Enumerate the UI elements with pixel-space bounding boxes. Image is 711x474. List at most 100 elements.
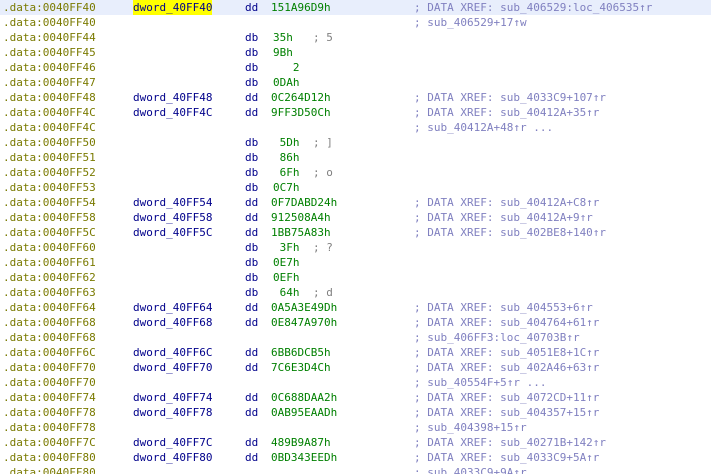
listing-row[interactable]: .data:0040FF54 dword_40FF54 dd 0F7DABD24h ; …	[0, 195, 711, 210]
address[interactable]: .data:0040FF50	[3, 135, 96, 150]
operand-value[interactable]: 0AB95EAADh	[271, 405, 337, 420]
operand-value[interactable]: 489B9A87h	[271, 435, 331, 450]
listing-row[interactable]: .data:0040FF40 ; sub_406529+17↑w	[0, 15, 711, 30]
operand-value[interactable]: 0BD343EEDh	[271, 450, 337, 465]
operand-value[interactable]: 0C688DAA2h	[271, 390, 337, 405]
listing-row[interactable]: .data:0040FF40 dword_40FF40 dd 151A96D9h ; D…	[0, 0, 711, 15]
xref-comment[interactable]: ; sub_404398+15↑r	[414, 420, 527, 435]
xref-comment[interactable]: ; DATA XREF: sub_402BE8+140↑r	[414, 225, 606, 240]
address[interactable]: .data:0040FF53	[3, 180, 96, 195]
operand-value[interactable]: 912508A4h	[271, 210, 331, 225]
data-label[interactable]: dword_40FF74	[133, 390, 212, 405]
operand-value[interactable]: 2	[273, 60, 300, 75]
operand-value[interactable]: 9Bh	[273, 45, 293, 60]
operand-value[interactable]: 3Fh	[273, 240, 300, 255]
listing-row[interactable]: .data:0040FF74 dword_40FF74 dd 0C688DAA2h ; …	[0, 390, 711, 405]
address[interactable]: .data:0040FF68	[3, 330, 96, 345]
listing-row[interactable]: .data:0040FF4C dword_40FF4C dd 9FF3D50Ch ; D…	[0, 105, 711, 120]
listing-row[interactable]: .data:0040FF60 db 3Fh ; ?	[0, 240, 711, 255]
listing-row[interactable]: .data:0040FF48 dword_40FF48 dd 0C264D12h ; D…	[0, 90, 711, 105]
operand-value[interactable]: 151A96D9h	[271, 0, 331, 15]
address[interactable]: .data:0040FF4C	[3, 120, 96, 135]
address[interactable]: .data:0040FF61	[3, 255, 96, 270]
address[interactable]: .data:0040FF70	[3, 360, 96, 375]
xref-comment[interactable]: ; DATA XREF: sub_40412A+35↑r	[414, 105, 599, 120]
address[interactable]: .data:0040FF58	[3, 210, 96, 225]
listing-row[interactable]: .data:0040FF6C dword_40FF6C dd 6BB6DCB5h ; D…	[0, 345, 711, 360]
address[interactable]: .data:0040FF64	[3, 300, 96, 315]
xref-comment[interactable]: ; DATA XREF: sub_402A46+63↑r	[414, 360, 599, 375]
xref-comment[interactable]: ; sub_406FF3:loc_40703B↑r	[414, 330, 580, 345]
operand-value[interactable]: 0C7h	[273, 180, 300, 195]
operand-value[interactable]: 0F7DABD24h	[271, 195, 337, 210]
listing-row[interactable]: .data:0040FF80 ; sub_4033C9+9A↑r	[0, 465, 711, 474]
data-label[interactable]: dword_40FF4C	[133, 105, 212, 120]
listing-row[interactable]: .data:0040FF70 dword_40FF70 dd 7C6E3D4Ch ; D…	[0, 360, 711, 375]
operand-value[interactable]: 64h	[273, 285, 300, 300]
data-label[interactable]: dword_40FF6C	[133, 345, 212, 360]
data-label[interactable]: dword_40FF64	[133, 300, 212, 315]
operand-value[interactable]: 9FF3D50Ch	[271, 105, 331, 120]
operand-value[interactable]: 0DAh	[273, 75, 300, 90]
operand-value[interactable]: 1BB75A83h	[271, 225, 331, 240]
xref-comment[interactable]: ; DATA XREF: sub_4072CD+11↑r	[414, 390, 599, 405]
listing-row[interactable]: .data:0040FF5C dword_40FF5C dd 1BB75A83h ; D…	[0, 225, 711, 240]
data-label[interactable]: dword_40FF58	[133, 210, 212, 225]
listing-row[interactable]: .data:0040FF63 db 64h ; d	[0, 285, 711, 300]
xref-comment[interactable]: ; sub_406529+17↑w	[414, 15, 527, 30]
address[interactable]: .data:0040FF5C	[3, 225, 96, 240]
address[interactable]: .data:0040FF6C	[3, 345, 96, 360]
listing-row[interactable]: .data:0040FF53 db 0C7h	[0, 180, 711, 195]
xref-comment[interactable]: ; DATA XREF: sub_406529:loc_406535↑r	[414, 0, 652, 15]
listing-row[interactable]: .data:0040FF78 dword_40FF78 dd 0AB95EAADh ; …	[0, 405, 711, 420]
address[interactable]: .data:0040FF40	[3, 0, 96, 15]
listing-row[interactable]: .data:0040FF68 ; sub_406FF3:loc_40703B↑r	[0, 330, 711, 345]
address[interactable]: .data:0040FF78	[3, 420, 96, 435]
listing-row[interactable]: .data:0040FF78 ; sub_404398+15↑r	[0, 420, 711, 435]
xref-comment[interactable]: ; sub_40554F+5↑r ...	[414, 375, 546, 390]
address[interactable]: .data:0040FF40	[3, 15, 96, 30]
address[interactable]: .data:0040FF68	[3, 315, 96, 330]
disassembly-listing[interactable]: .data:0040FF40 dword_40FF40 dd 151A96D9h; D…	[0, 0, 711, 474]
listing-row[interactable]: .data:0040FF80 dword_40FF80 dd 0BD343EEDh ; …	[0, 450, 711, 465]
address[interactable]: .data:0040FF74	[3, 390, 96, 405]
data-label[interactable]: dword_40FF48	[133, 90, 212, 105]
data-label[interactable]: dword_40FF5C	[133, 225, 212, 240]
address[interactable]: .data:0040FF44	[3, 30, 96, 45]
xref-comment[interactable]: ; sub_4033C9+9A↑r	[414, 465, 527, 474]
operand-value[interactable]: 0A5A3E49Dh	[271, 300, 337, 315]
xref-comment[interactable]: ; DATA XREF: sub_404357+15↑r	[414, 405, 599, 420]
xref-comment[interactable]: ; DATA XREF: sub_4051E8+1C↑r	[414, 345, 599, 360]
data-label[interactable]: dword_40FF7C	[133, 435, 212, 450]
xref-comment[interactable]: ; DATA XREF: sub_4033C9+107↑r	[414, 90, 606, 105]
operand-value[interactable]: 6Fh	[273, 165, 300, 180]
address[interactable]: .data:0040FF78	[3, 405, 96, 420]
listing-row[interactable]: .data:0040FF44 db 35h ; 5	[0, 30, 711, 45]
operand-value[interactable]: 7C6E3D4Ch	[271, 360, 331, 375]
operand-value[interactable]: 0EFh	[273, 270, 300, 285]
address[interactable]: .data:0040FF80	[3, 465, 96, 474]
address[interactable]: .data:0040FF51	[3, 150, 96, 165]
listing-row[interactable]: .data:0040FF62 db 0EFh	[0, 270, 711, 285]
listing-row[interactable]: .data:0040FF52 db 6Fh ; o	[0, 165, 711, 180]
listing-row[interactable]: .data:0040FF4C ; sub_40412A+48↑r ...	[0, 120, 711, 135]
address[interactable]: .data:0040FF63	[3, 285, 96, 300]
address[interactable]: .data:0040FF7C	[3, 435, 96, 450]
data-label[interactable]: dword_40FF70	[133, 360, 212, 375]
address[interactable]: .data:0040FF80	[3, 450, 96, 465]
xref-comment[interactable]: ; sub_40412A+48↑r ...	[414, 120, 553, 135]
xref-comment[interactable]: ; DATA XREF: sub_40412A+9↑r	[414, 210, 593, 225]
address[interactable]: .data:0040FF47	[3, 75, 96, 90]
data-label[interactable]: dword_40FF68	[133, 315, 212, 330]
operand-value[interactable]: 86h	[273, 150, 300, 165]
listing-row[interactable]: .data:0040FF68 dword_40FF68 dd 0E847A970h ; …	[0, 315, 711, 330]
operand-value[interactable]: 35h	[273, 30, 293, 45]
listing-row[interactable]: .data:0040FF70 ; sub_40554F+5↑r ...	[0, 375, 711, 390]
listing-row[interactable]: .data:0040FF46 db 2	[0, 60, 711, 75]
address[interactable]: .data:0040FF52	[3, 165, 96, 180]
listing-row[interactable]: .data:0040FF58 dword_40FF58 dd 912508A4h ; D…	[0, 210, 711, 225]
data-label[interactable]: dword_40FF40	[133, 0, 213, 15]
listing-row[interactable]: .data:0040FF64 dword_40FF64 dd 0A5A3E49Dh ; …	[0, 300, 711, 315]
xref-comment[interactable]: ; DATA XREF: sub_404764+61↑r	[414, 315, 599, 330]
xref-comment[interactable]: ; DATA XREF: sub_40271B+142↑r	[414, 435, 606, 450]
